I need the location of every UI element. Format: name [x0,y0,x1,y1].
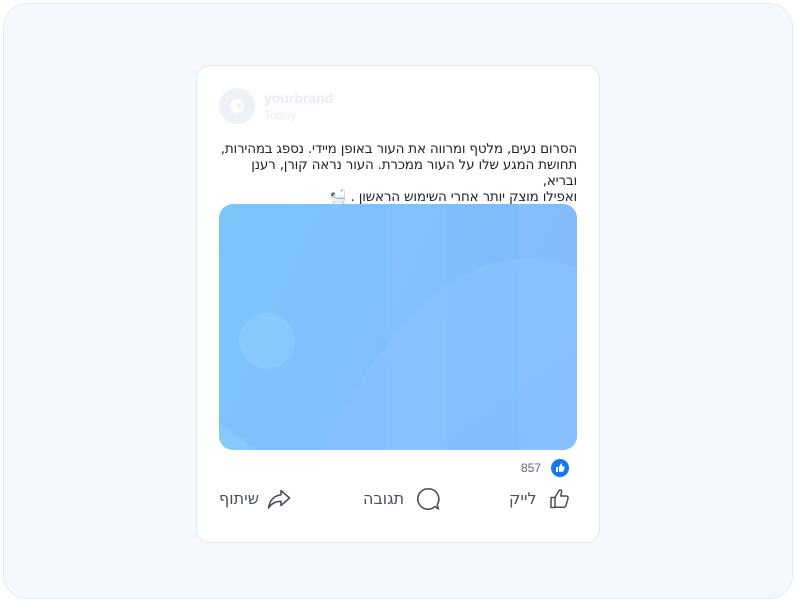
post-text-line: תחושת המגע שלו על העור ממכרת. העור נראה … [251,157,577,189]
brand-name[interactable]: yourbrand [264,90,333,106]
like-button[interactable]: לייק [509,484,571,514]
social-post-card: yourbrand Today הסרום נעים, מלטף ומרווה … [196,65,600,543]
comment-button[interactable]: תגובה [363,484,440,514]
post-text-line: ואפילו מוצק יותר אחרי השימוש הראשון . 🛀🏻 [329,189,577,205]
like-label: לייק [509,489,537,508]
brand-avatar[interactable] [219,88,255,124]
comment-bubble-icon [417,487,440,510]
share-label: שיתוף [219,489,260,508]
post-image[interactable] [219,204,577,450]
gradient-image-placeholder-icon [219,204,577,450]
post-text-line: הסרום נעים, מלטף ומרווה את העור באופן מי… [220,141,577,157]
post-timestamp: Today [264,108,297,122]
share-arrow-icon [267,489,291,509]
post-text: הסרום נעים, מלטף ומרווה את העור באופן מי… [219,141,577,205]
like-badge-icon [551,459,569,477]
share-button[interactable]: שיתוף [219,484,291,514]
reaction-count[interactable]: 857 [497,461,541,475]
thumbs-up-icon [549,489,569,509]
comment-label: תגובה [363,489,405,508]
brand-logo-icon [219,88,255,124]
